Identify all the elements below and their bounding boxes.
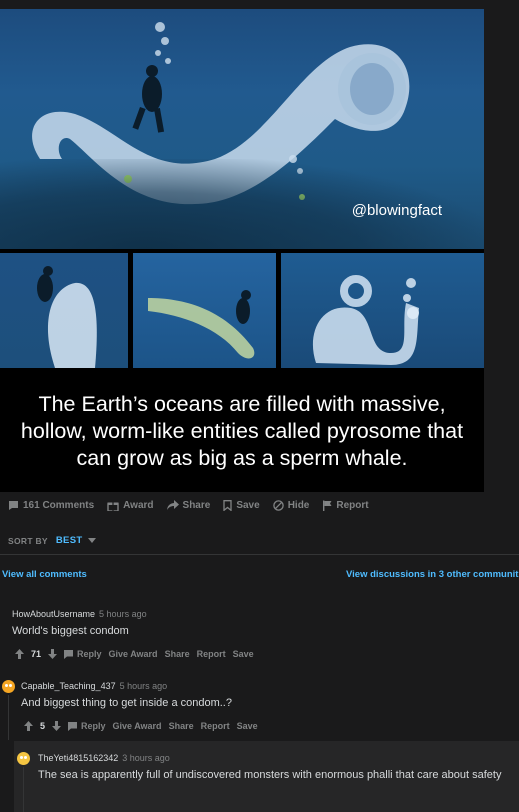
gift-icon (107, 501, 119, 511)
reply-button[interactable]: Reply (68, 721, 106, 731)
upvote-arrow-icon[interactable] (15, 649, 24, 659)
sort-dropdown[interactable]: BEST (56, 535, 97, 546)
caption-text: The Earth’s oceans are filled with massi… (20, 392, 464, 470)
thread-line[interactable] (23, 767, 24, 812)
report-button[interactable]: Report (201, 721, 230, 731)
share-button[interactable]: Share (169, 721, 194, 731)
discussion-links: View all comments View discussions in 3 … (0, 569, 519, 581)
reddit-post-page: @blowingfact The Earth’s oceans are fill… (0, 0, 519, 812)
comment-timestamp: 5 hours ago (99, 609, 147, 619)
comment-2-body: And biggest thing to get inside a condom… (21, 697, 232, 709)
avatar[interactable] (2, 680, 15, 693)
section-divider (0, 554, 519, 555)
downvote-arrow-icon[interactable] (52, 721, 62, 731)
award-button[interactable]: Award (107, 499, 154, 511)
comment-3-meta: TheYeti4815162342 3 hours ago (38, 753, 170, 763)
hide-icon (272, 499, 284, 511)
comment-author[interactable]: HowAboutUsername (12, 609, 95, 619)
comment-timestamp: 5 hours ago (119, 681, 168, 691)
comments-button[interactable]: 161 Comments (8, 500, 94, 511)
view-all-comments-link[interactable]: View all comments (2, 569, 87, 580)
reply-button[interactable]: Reply (64, 649, 102, 659)
reply-bubble-icon (64, 649, 74, 659)
comment-timestamp: 3 hours ago (122, 753, 170, 763)
comment-author[interactable]: TheYeti4815162342 (38, 753, 118, 763)
sort-by-label: SORT BY (8, 535, 48, 546)
hide-label: Hide (287, 499, 310, 511)
thumbnail-photo-2 (133, 253, 276, 368)
comment-1-actions: 71 Reply Give Award Share Report Save (15, 649, 254, 659)
share-label: Share (182, 499, 211, 511)
vote-count: 71 (31, 649, 42, 659)
post-action-bar: 161 Comments Award Share Save Hide Repor… (8, 498, 369, 512)
thread-line[interactable] (8, 695, 9, 740)
post-image[interactable]: @blowingfact The Earth’s oceans are fill… (0, 9, 484, 492)
reply-bubble-icon (68, 721, 78, 731)
flag-icon (323, 500, 332, 511)
share-button[interactable]: Share (165, 649, 190, 659)
comment-1-meta: HowAboutUsername 5 hours ago (12, 609, 147, 619)
report-button[interactable]: Report (322, 499, 369, 511)
caret-down-icon (88, 538, 97, 543)
save-button[interactable]: Save (237, 721, 258, 731)
give-award-button[interactable]: Give Award (109, 649, 158, 659)
hide-button[interactable]: Hide (272, 499, 310, 511)
avatar[interactable] (17, 752, 30, 765)
comment-3-body: The sea is apparently full of undiscover… (38, 769, 502, 781)
upvote-arrow-icon[interactable] (24, 721, 33, 731)
bookmark-icon (223, 499, 232, 511)
comment-author[interactable]: Capable_Teaching_437 (21, 681, 116, 691)
watermark-text: @blowingfact (351, 202, 442, 219)
report-button[interactable]: Report (197, 649, 226, 659)
save-button[interactable]: Save (233, 649, 254, 659)
award-label: Award (123, 499, 154, 511)
reply-label: Reply (77, 649, 102, 659)
save-button[interactable]: Save (223, 499, 260, 511)
share-arrow-icon (166, 500, 179, 510)
vote-count: 5 (40, 721, 46, 731)
comment-1-body: World's biggest condom (12, 625, 129, 637)
comment-2-actions: 5 Reply Give Award Share Report Save (24, 721, 258, 731)
thumbnail-photo-3 (281, 253, 484, 368)
downvote-arrow-icon[interactable] (48, 649, 58, 659)
report-label: Report (336, 499, 369, 511)
comment-sort: SORT BY BEST (8, 535, 97, 546)
main-underwater-photo: @blowingfact (0, 9, 484, 249)
give-award-button[interactable]: Give Award (113, 721, 162, 731)
share-button[interactable]: Share (166, 499, 211, 511)
comments-count-label: 161 Comments (23, 499, 95, 511)
save-label: Save (236, 499, 260, 511)
reply-label: Reply (81, 721, 106, 731)
image-caption: The Earth’s oceans are filled with massi… (0, 371, 484, 492)
sort-value-label: BEST (55, 535, 83, 546)
comment-2-meta: Capable_Teaching_437 5 hours ago (21, 681, 167, 691)
thumbnail-photo-1 (0, 253, 128, 368)
comment-icon (9, 500, 18, 510)
other-communities-link[interactable]: View discussions in 3 other communities (346, 569, 519, 580)
